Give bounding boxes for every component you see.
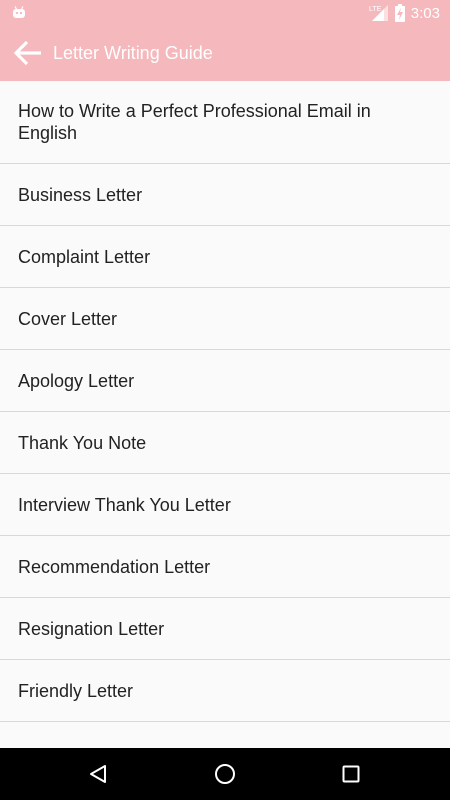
list-item[interactable]: Complaint Letter: [0, 226, 450, 288]
android-icon: [13, 6, 25, 18]
list-item[interactable]: Recommendation Letter: [0, 536, 450, 598]
battery-charging-icon: [394, 4, 405, 22]
back-button[interactable]: [3, 25, 53, 81]
list-item[interactable]: How to Write a Perfect Professional Emai…: [0, 81, 450, 164]
network-type-label: LTE: [369, 6, 382, 13]
list-item[interactable]: Friendly Letter: [0, 660, 450, 722]
list-item-label: Complaint Letter: [18, 246, 151, 267]
status-bar: LTE 3:03: [0, 0, 450, 25]
signal-icon: LTE: [369, 5, 388, 21]
list-item[interactable]: Interview Thank You Letter: [0, 474, 450, 536]
triangle-back-icon: [90, 765, 106, 783]
list-item-label: Friendly Letter: [18, 680, 134, 701]
nav-back-button[interactable]: [82, 758, 114, 790]
list-item-label: Recommendation Letter: [18, 556, 211, 577]
list-item[interactable]: Business Letter: [0, 164, 450, 226]
arrow-back-icon: [13, 40, 41, 66]
nav-recents-button[interactable]: [335, 758, 367, 790]
navigation-bar: [0, 748, 450, 800]
list-item[interactable]: Cover Letter: [0, 288, 450, 350]
app-title: Letter Writing Guide: [53, 42, 213, 63]
list-item-label: Business Letter: [18, 184, 143, 205]
list-item-label: Interview Thank You Letter: [18, 494, 231, 515]
status-right: LTE 3:03: [369, 2, 440, 24]
list-item[interactable]: Apology Letter: [0, 350, 450, 412]
app-bar: Letter Writing Guide: [0, 25, 450, 81]
square-recents-icon: [342, 765, 360, 783]
status-time: 3:03: [410, 4, 440, 22]
circle-home-icon: [215, 764, 235, 784]
list-item-label: Resignation Letter: [18, 618, 165, 639]
list-item-label: Thank You Note: [18, 432, 147, 453]
list-item-label: Cover Letter: [18, 308, 118, 329]
list-item[interactable]: Resignation Letter: [0, 598, 450, 660]
nav-home-button[interactable]: [209, 758, 241, 790]
list-item-label: Apology Letter: [18, 370, 135, 391]
screen: LTE 3:03 Letter Writing Guide How to Wri…: [0, 0, 450, 800]
list-item-label: How to Write a Perfect Professional Emai…: [18, 101, 371, 143]
list-item[interactable]: Thank You Note: [0, 412, 450, 474]
letter-list: How to Write a Perfect Professional Emai…: [0, 81, 450, 748]
